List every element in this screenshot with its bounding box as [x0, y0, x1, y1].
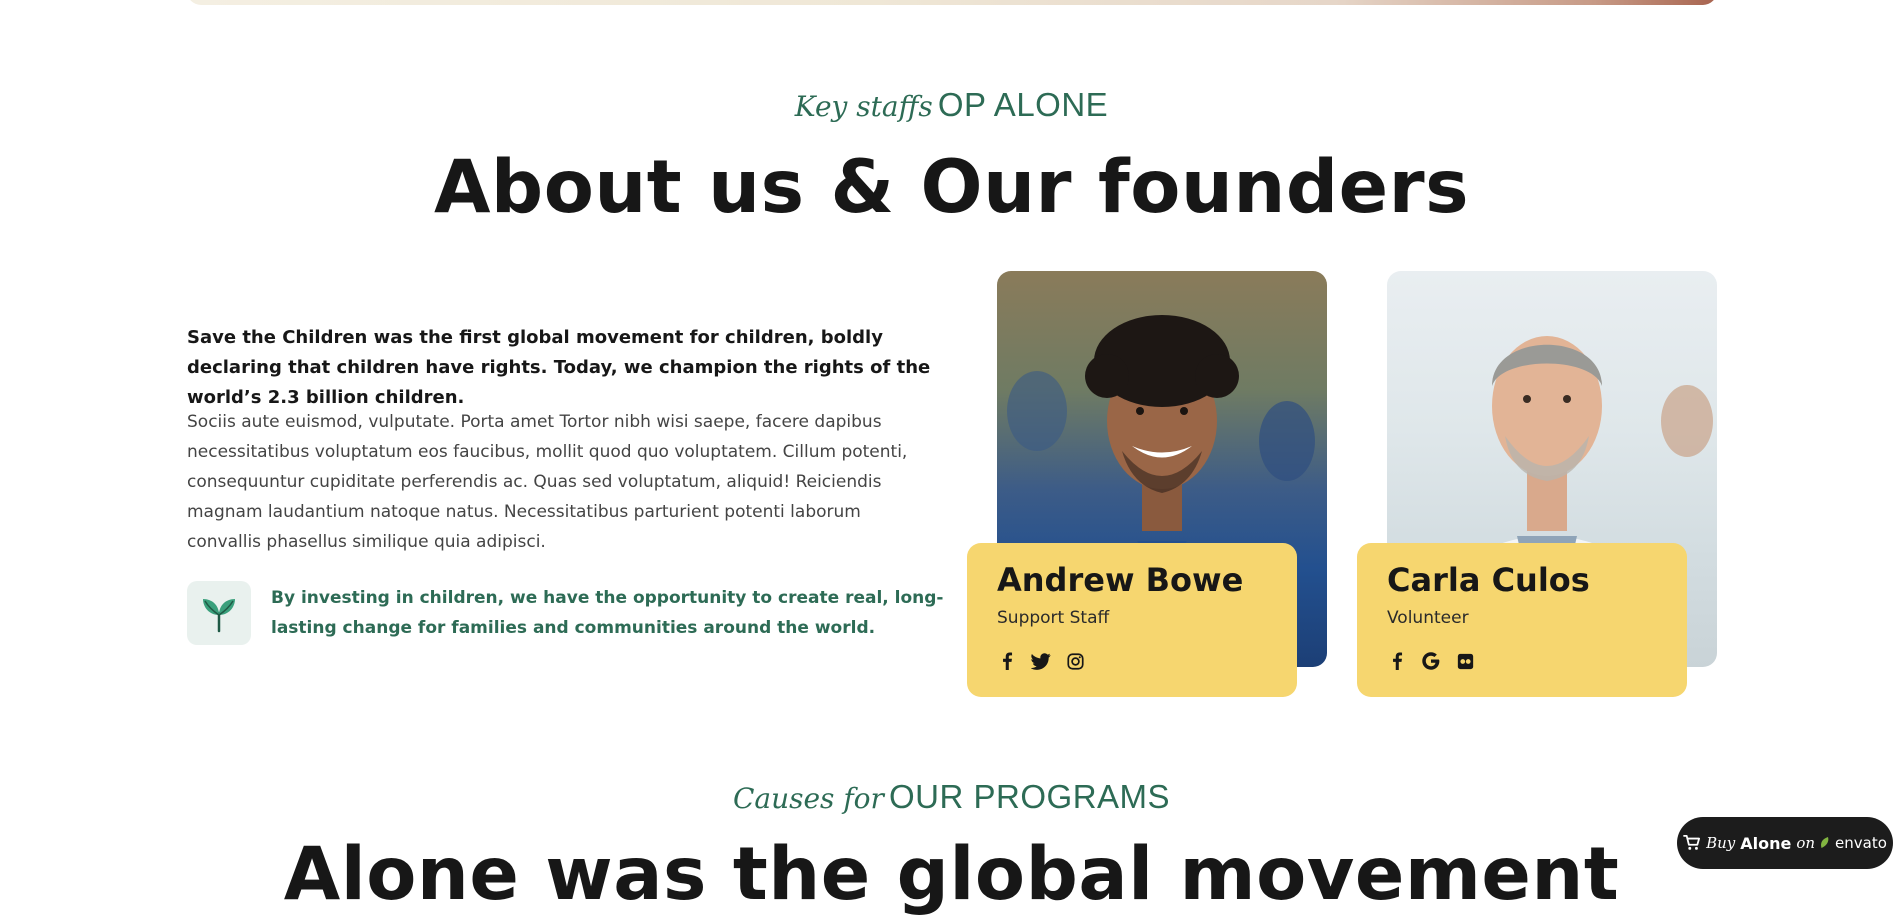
buy-on-label: on — [1796, 834, 1816, 852]
staff-role: Support Staff — [997, 608, 1110, 628]
facebook-icon[interactable] — [1387, 651, 1407, 671]
google-icon[interactable] — [1421, 651, 1441, 671]
buy-label: Buy — [1706, 834, 1736, 852]
twitter-icon[interactable] — [1031, 651, 1051, 671]
staff-name: Carla Culos — [1387, 561, 1590, 599]
highlight-icon-box — [187, 581, 251, 645]
staff-social-links — [997, 651, 1085, 671]
hero-image-bottom-edge — [187, 0, 1717, 5]
cart-icon — [1683, 835, 1701, 850]
staff-role: Volunteer — [1387, 608, 1469, 628]
programs-title: Alone was the global movement — [283, 832, 1620, 917]
about-body: Sociis aute euismod, vulputate. Porta am… — [187, 412, 908, 552]
about-eyebrow-caps: OP ALONE — [937, 86, 1109, 123]
highlight-text: By investing in children, we have the op… — [271, 588, 944, 638]
programs-eyebrow-caps: OUR PROGRAMS — [889, 778, 1171, 815]
staff-social-links — [1387, 651, 1475, 671]
buy-on-envato-button[interactable]: Buy Alone on envato — [1677, 817, 1893, 869]
about-intro: Save the Children was the first global m… — [187, 327, 931, 408]
buy-brand: Alone — [1740, 833, 1792, 853]
envato-leaf-icon — [1821, 837, 1829, 848]
programs-eyebrow: Causes for OUR PROGRAMS — [0, 778, 1903, 816]
about-title: About us & Our founders — [433, 145, 1470, 230]
facebook-icon[interactable] — [997, 651, 1017, 671]
sprout-icon — [203, 599, 235, 633]
instagram-icon[interactable] — [1065, 651, 1085, 671]
staff-name: Andrew Bowe — [997, 561, 1244, 599]
about-eyebrow: Key staffs OP ALONE — [0, 86, 1903, 124]
flickr-icon[interactable] — [1455, 651, 1475, 671]
programs-eyebrow-italic: Causes for — [732, 782, 884, 815]
staff-card-carla: Carla Culos Volunteer — [1357, 543, 1687, 697]
staff-card-andrew: Andrew Bowe Support Staff — [967, 543, 1297, 697]
buy-market: envato — [1835, 834, 1887, 852]
about-eyebrow-italic: Key staffs — [794, 90, 933, 123]
